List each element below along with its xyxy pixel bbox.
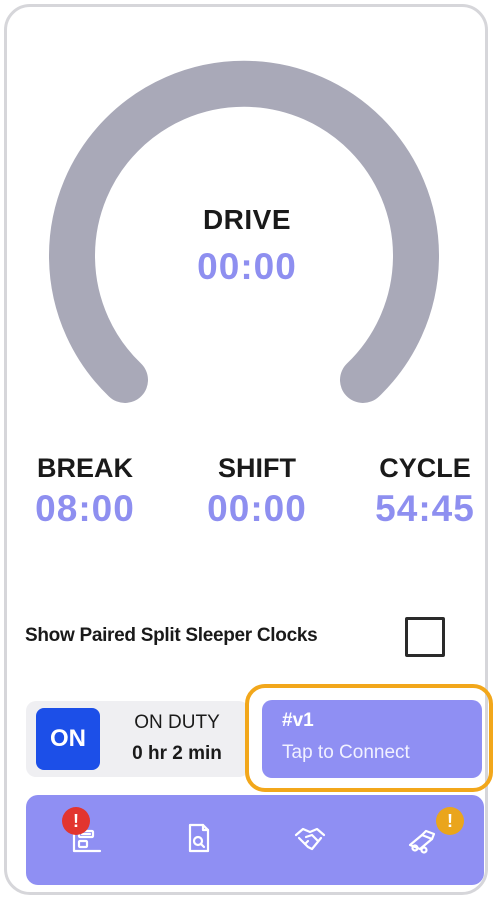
break-label: BREAK xyxy=(36,453,133,483)
duty-duration: 0 hr 2 min xyxy=(132,743,222,764)
cycle-label: CYCLE xyxy=(379,453,471,483)
split-sleeper-label: Show Paired Split Sleeper Clocks xyxy=(25,625,318,646)
device-id: #v1 xyxy=(282,710,314,731)
break-value: 08:00 xyxy=(35,488,135,529)
document-search-icon[interactable] xyxy=(176,817,220,861)
split-sleeper-checkbox[interactable] xyxy=(405,617,445,657)
bottom-toolbar xyxy=(26,795,484,885)
truck-alert-badge: ! xyxy=(436,807,464,835)
drive-value: 00:00 xyxy=(197,246,297,287)
duty-status-label: ON DUTY xyxy=(134,712,220,733)
shift-clock: SHIFT 00:00 xyxy=(192,453,322,530)
shift-label: SHIFT xyxy=(218,453,296,483)
cycle-value: 54:45 xyxy=(375,488,475,529)
cycle-clock: CYCLE 54:45 xyxy=(360,453,490,530)
handshake-icon[interactable] xyxy=(288,817,332,861)
break-clock: BREAK 08:00 xyxy=(20,453,150,530)
on-duty-badge: ON xyxy=(36,708,100,770)
tap-to-connect-label: Tap to Connect xyxy=(282,742,410,763)
logs-alert-badge: ! xyxy=(62,807,90,835)
drive-label: DRIVE xyxy=(202,204,292,235)
shift-value: 00:00 xyxy=(207,488,307,529)
connect-device-button[interactable]: #v1 Tap to Connect xyxy=(262,700,482,778)
